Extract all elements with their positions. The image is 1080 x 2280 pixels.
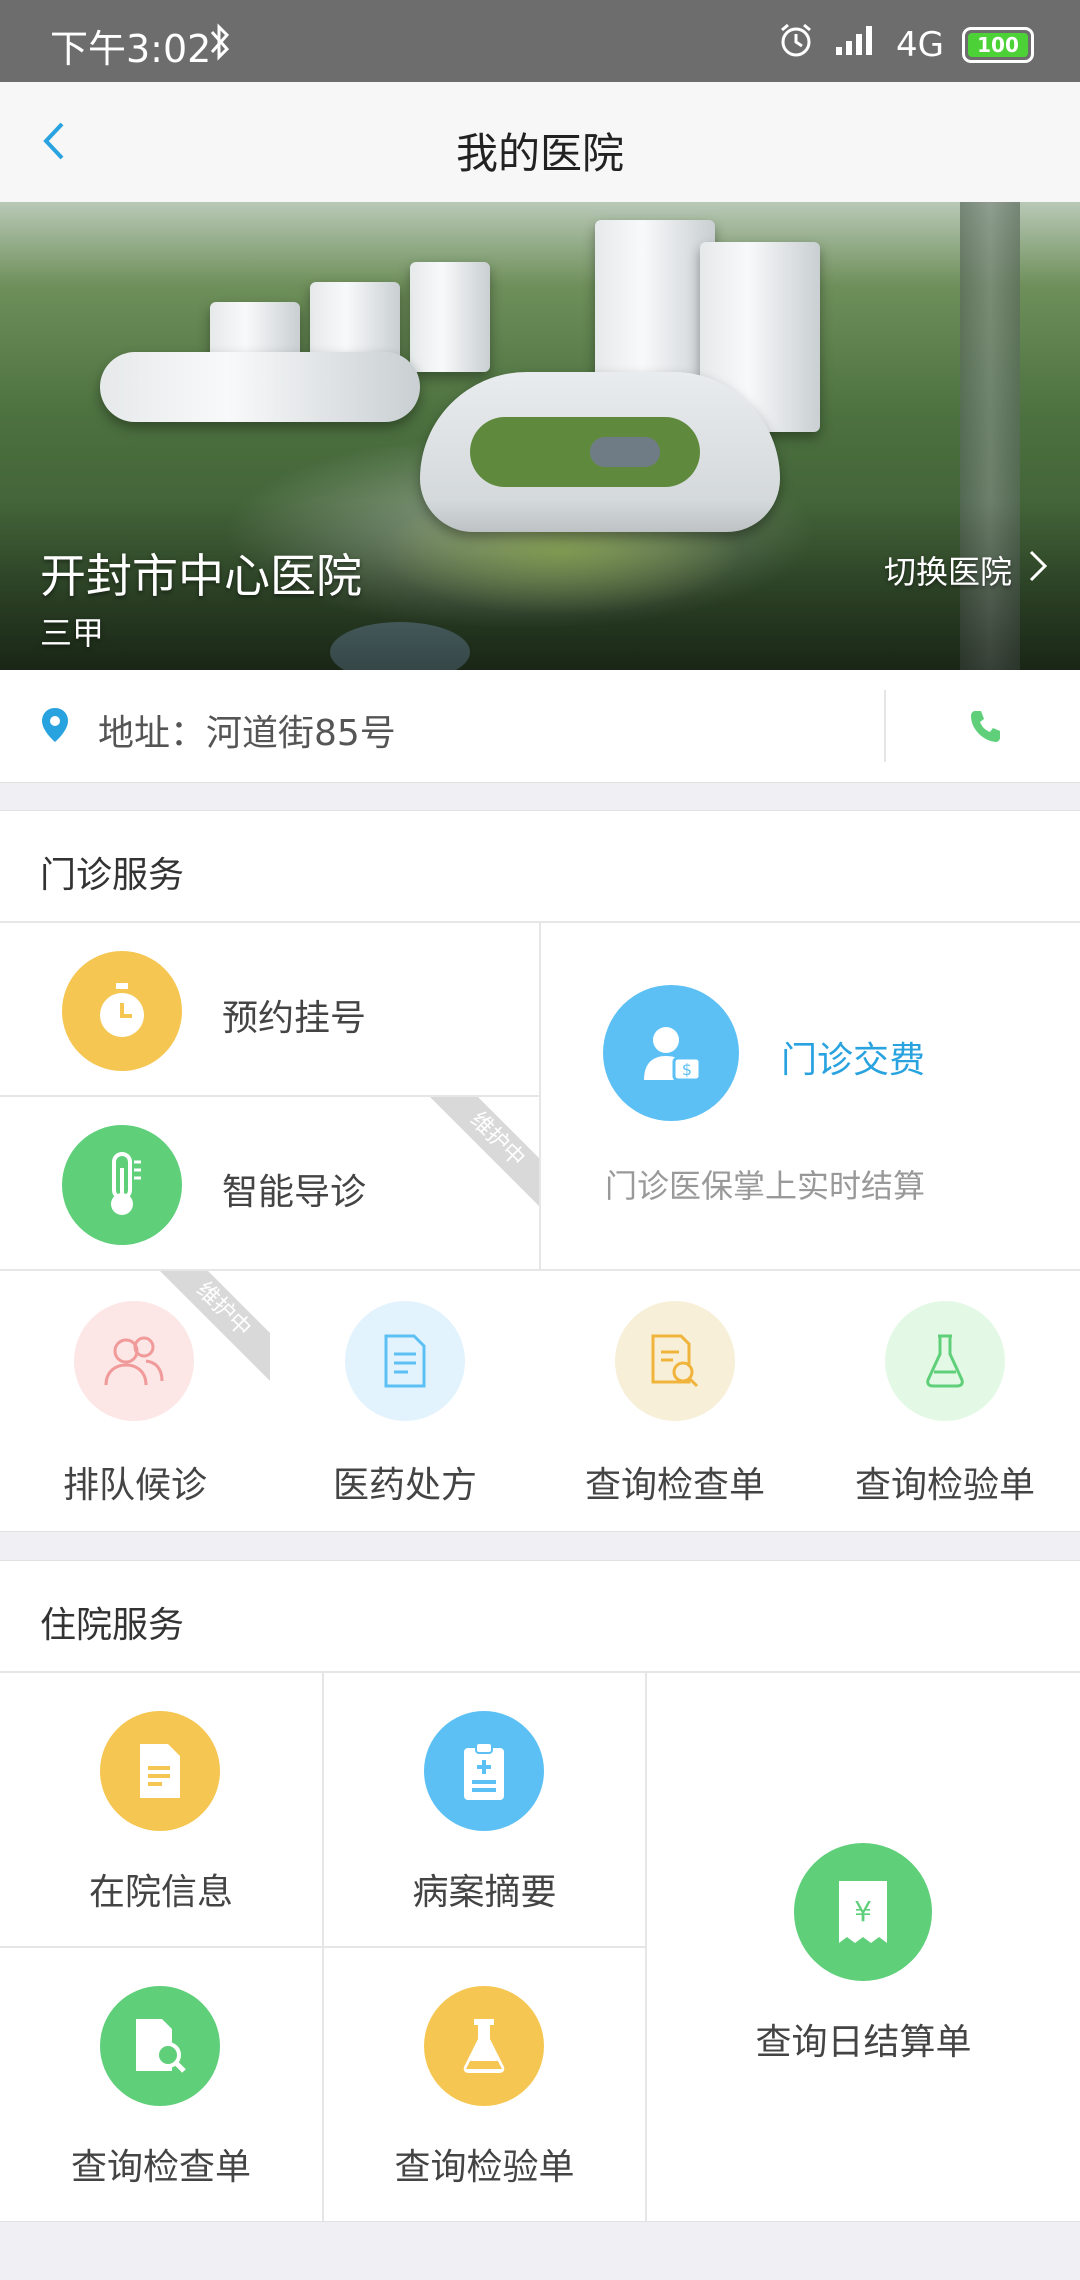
switch-hospital-label: 切换医院 [883,553,1012,591]
file-icon [100,1711,220,1831]
receipt-yuan-icon: ¥ [794,1843,932,1981]
queue-waiting-label: 排队候诊 [62,1465,207,1506]
query-exam-button[interactable]: 查询检查单 [540,1271,810,1529]
appointment-button[interactable]: 预约挂号 [0,923,539,1095]
daily-bill-button[interactable]: ¥ 查询日结算单 [647,1673,1080,2221]
inpatient-title: 住院服务 [40,1605,185,1646]
maintenance-label: 维护中 [150,1271,270,1383]
bluetooth-icon [208,22,232,66]
svg-text:¥: ¥ [854,1895,872,1928]
maintenance-ribbon: 维护中 [150,1271,270,1391]
status-time: 下午3:02 [50,27,212,71]
inpatient-query-lab-button[interactable]: 查询检验单 [324,1948,645,2221]
prescription-button[interactable]: 医药处方 [270,1271,540,1529]
query-lab-label: 查询检验单 [854,1465,1035,1506]
smart-triage-label: 智能导诊 [222,1172,367,1213]
phone-icon[interactable] [968,708,1002,748]
prescription-label: 医药处方 [332,1465,477,1506]
address-bar: 地址：河道街85号 [0,670,1080,783]
hospital-banner[interactable]: 开封市中心医院 三甲 切换医院 [0,202,1080,670]
status-bar: 下午3:02 4G 100 [0,0,1080,82]
stopwatch-icon [62,951,182,1071]
document-search-icon [615,1301,735,1421]
flask-icon [424,1986,544,2106]
inpatient-query-exam-button[interactable]: 查询检查单 [0,1948,322,2221]
query-lab-button[interactable]: 查询检验单 [810,1271,1080,1529]
outpatient-payment-label: 门诊交费 [781,1040,926,1081]
case-summary-button[interactable]: 病案摘要 [324,1673,645,1946]
hospital-name: 开封市中心医院 [40,549,362,603]
appointment-label: 预约挂号 [222,998,367,1039]
chevron-right-icon [1028,549,1048,591]
payment-person-icon: $ [603,985,739,1121]
address-text: 地址：河道街85号 [98,713,396,754]
queue-waiting-button[interactable]: 排队候诊 维护中 [0,1271,270,1529]
inpatient-section: 住院服务 在院信息 病案摘要 查询检查单 查询检验单 ¥ 查询日结算单 [0,1560,1080,2222]
alarm-icon [776,20,816,69]
clipboard-icon [424,1711,544,1831]
battery-level: 100 [977,32,1019,57]
maintenance-label: 维护中 [424,1097,539,1213]
daily-bill-label: 查询日结算单 [755,2022,972,2063]
outpatient-section: 门诊服务 预约挂号 智能导诊 维护中 $ 门诊交费 门诊医保掌上实时结算 排队候… [0,810,1080,1532]
battery-icon: 100 [962,26,1034,63]
file-search-icon [100,1986,220,2106]
switch-hospital-button[interactable]: 切换医院 [884,547,1048,593]
divider [884,690,886,762]
svg-text:$: $ [682,1060,692,1079]
smart-triage-button[interactable]: 智能导诊 维护中 [0,1097,539,1269]
hospital-level: 三甲 [40,614,105,652]
network-label: 4G [896,24,944,65]
inpatient-query-lab-label: 查询检验单 [394,2147,575,2188]
signal-icon [834,23,878,66]
inpatient-query-exam-label: 查询检查单 [70,2147,251,2188]
page-title: 我的医院 [455,129,624,178]
query-exam-label: 查询检查单 [584,1465,765,1506]
outpatient-title: 门诊服务 [40,855,185,896]
location-pin-icon [40,706,70,750]
outpatient-payment-desc: 门诊医保掌上实时结算 [605,1167,926,1205]
inpatient-info-label: 在院信息 [88,1872,233,1913]
thermometer-icon [62,1125,182,1245]
status-indicators: 4G 100 [776,20,1034,69]
outpatient-payment-button[interactable]: $ 门诊交费 门诊医保掌上实时结算 [541,923,1080,1269]
flask-icon [885,1301,1005,1421]
nav-bar: 我的医院 [0,82,1080,203]
document-icon [345,1301,465,1421]
inpatient-info-button[interactable]: 在院信息 [0,1673,322,1946]
maintenance-ribbon: 维护中 [419,1097,539,1217]
case-summary-label: 病案摘要 [412,1872,557,1913]
